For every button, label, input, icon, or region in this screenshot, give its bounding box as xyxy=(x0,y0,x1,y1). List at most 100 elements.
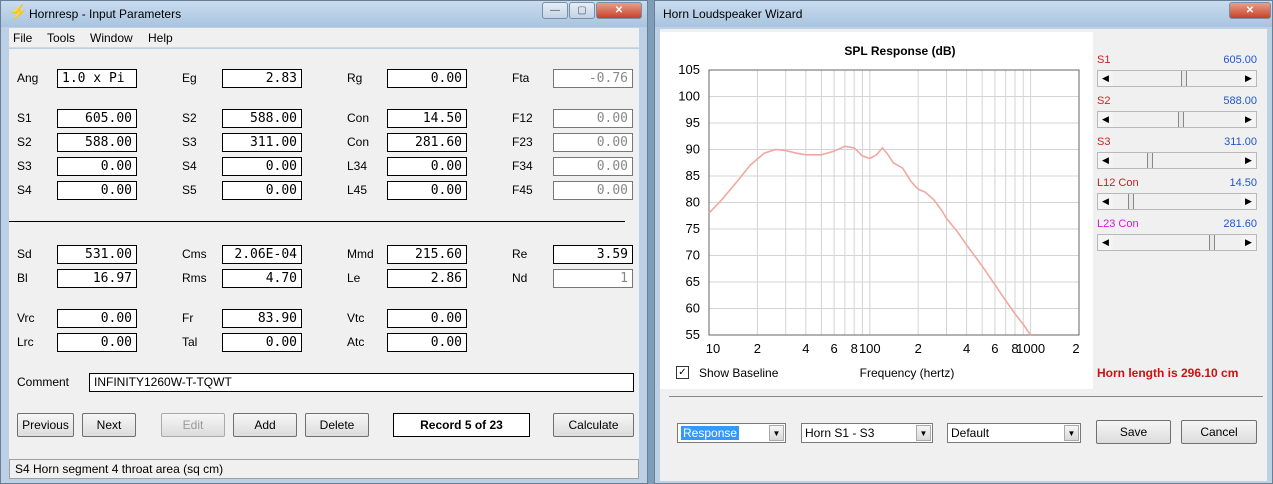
x-tick-label: 6 xyxy=(991,341,998,356)
param-field[interactable]: 281.60 xyxy=(387,133,467,152)
param-field[interactable]: 0.00 xyxy=(553,133,633,152)
slider-left-arrow-icon[interactable]: ◀ xyxy=(1098,112,1113,127)
param-field[interactable]: 0.00 xyxy=(387,333,467,352)
param-field[interactable]: 16.97 xyxy=(57,269,137,288)
add-button[interactable]: Add xyxy=(233,413,297,437)
param-field[interactable]: 215.60 xyxy=(387,245,467,264)
x-tick-label: 2 xyxy=(915,341,922,356)
close-button[interactable]: ✕ xyxy=(596,2,642,19)
slider-thumb[interactable] xyxy=(1147,153,1154,168)
right-window-title: Horn Loudspeaker Wizard xyxy=(663,7,803,21)
param-field[interactable]: 311.00 xyxy=(222,133,302,152)
previous-button[interactable]: Previous xyxy=(17,413,74,437)
chevron-down-icon[interactable]: ▼ xyxy=(916,425,931,441)
param-field[interactable]: 0.00 xyxy=(57,181,137,200)
param-field[interactable]: 2.86 xyxy=(387,269,467,288)
param-field[interactable]: 0.00 xyxy=(387,69,467,88)
slider-value: 281.60 xyxy=(1223,218,1257,230)
param-field[interactable]: 605.00 xyxy=(57,109,137,128)
param-field[interactable]: 3.59 xyxy=(553,245,633,264)
param-field[interactable]: 0.00 xyxy=(222,181,302,200)
parameter-slider[interactable]: ◀ ▶ xyxy=(1097,152,1257,169)
slider-left-arrow-icon[interactable]: ◀ xyxy=(1098,194,1113,209)
param-field[interactable]: 0.00 xyxy=(387,309,467,328)
save-button[interactable]: Save xyxy=(1096,420,1171,444)
param-label: S4 xyxy=(182,159,197,173)
slider-right-arrow-icon[interactable]: ▶ xyxy=(1241,194,1256,209)
slider-thumb[interactable] xyxy=(1208,235,1215,250)
y-tick-label: 85 xyxy=(686,168,700,183)
slider-left-arrow-icon[interactable]: ◀ xyxy=(1098,153,1113,168)
param-field[interactable]: 0.00 xyxy=(57,157,137,176)
mode-select[interactable]: Response ▼ xyxy=(677,423,786,443)
param-field[interactable]: 588.00 xyxy=(222,109,302,128)
slider-right-arrow-icon[interactable]: ▶ xyxy=(1241,71,1256,86)
x-tick-label: 8 xyxy=(851,341,858,356)
comment-field[interactable]: INFINITY1260W-T-TQWT xyxy=(89,373,634,392)
param-label: Fr xyxy=(182,311,194,325)
param-label: Fta xyxy=(512,71,530,85)
param-field[interactable]: 0.00 xyxy=(57,309,137,328)
param-field[interactable]: 1 xyxy=(553,269,633,288)
minimize-button[interactable]: — xyxy=(542,2,568,19)
param-field[interactable]: 588.00 xyxy=(57,133,137,152)
wizard-close-button[interactable]: ✕ xyxy=(1229,2,1271,19)
param-field[interactable]: 2.83 xyxy=(222,69,302,88)
param-field[interactable]: 0.00 xyxy=(57,333,137,352)
menu-file[interactable]: File xyxy=(13,31,32,45)
x-axis-label: Frequency (hertz) xyxy=(860,366,955,380)
slider-right-arrow-icon[interactable]: ▶ xyxy=(1241,112,1256,127)
menu-window[interactable]: Window xyxy=(90,31,133,45)
menu-help[interactable]: Help xyxy=(148,31,173,45)
maximize-button[interactable]: ▢ xyxy=(569,2,595,19)
param-field[interactable]: 0.00 xyxy=(387,181,467,200)
param-field[interactable]: 531.00 xyxy=(57,245,137,264)
param-field[interactable]: 0.00 xyxy=(553,157,633,176)
param-label: Sd xyxy=(17,247,32,261)
input-parameters-window: ⚡ Hornresp - Input Parameters — ▢ ✕ File… xyxy=(0,0,648,484)
y-tick-label: 80 xyxy=(686,195,700,210)
slider-right-arrow-icon[interactable]: ▶ xyxy=(1241,153,1256,168)
show-baseline-checkbox[interactable]: ✓ xyxy=(676,366,689,379)
calculate-button[interactable]: Calculate xyxy=(553,413,634,437)
chevron-down-icon[interactable]: ▼ xyxy=(1064,425,1079,441)
param-label: Cms xyxy=(182,247,207,261)
slider-left-arrow-icon[interactable]: ◀ xyxy=(1098,71,1113,86)
param-field[interactable]: 14.50 xyxy=(387,109,467,128)
comment-label: Comment xyxy=(17,375,70,389)
y-tick-label: 100 xyxy=(678,89,700,104)
param-field[interactable]: 0.00 xyxy=(387,157,467,176)
parameter-slider[interactable]: ◀ ▶ xyxy=(1097,234,1257,251)
parameters-panel: Ang 1.0 x Pi Eg 2.83 Rg 0.00 Fta -0.76 S1 605.00 S… xyxy=(9,49,639,459)
slider-right-arrow-icon[interactable]: ▶ xyxy=(1241,235,1256,250)
cancel-button[interactable]: Cancel xyxy=(1181,420,1257,444)
slider-thumb[interactable] xyxy=(1178,112,1185,127)
param-field[interactable]: 0.00 xyxy=(553,109,633,128)
param-field[interactable]: 1.0 x Pi xyxy=(57,69,137,88)
param-field[interactable]: 0.00 xyxy=(222,157,302,176)
param-field[interactable]: 2.06E-04 xyxy=(222,245,302,264)
param-label: Tal xyxy=(182,335,198,349)
param-label: Ang xyxy=(17,71,39,85)
chevron-down-icon[interactable]: ▼ xyxy=(769,425,784,441)
parameter-slider[interactable]: ◀ ▶ xyxy=(1097,70,1257,87)
param-field[interactable]: 0.00 xyxy=(222,333,302,352)
slider-thumb[interactable] xyxy=(1180,71,1187,86)
param-field[interactable]: 83.90 xyxy=(222,309,302,328)
param-label: S5 xyxy=(182,183,197,197)
next-button[interactable]: Next xyxy=(82,413,136,437)
slider-thumb[interactable] xyxy=(1127,194,1134,209)
param-field[interactable]: 0.00 xyxy=(553,181,633,200)
mode-select[interactable]: Default ▼ xyxy=(947,423,1081,443)
param-label: Eg xyxy=(182,71,197,85)
delete-button[interactable]: Delete xyxy=(305,413,369,437)
x-tick-label: 4 xyxy=(963,341,970,356)
slider-left-arrow-icon[interactable]: ◀ xyxy=(1098,235,1113,250)
menu-tools[interactable]: Tools xyxy=(47,31,75,45)
param-label: Con xyxy=(347,111,370,125)
parameter-slider[interactable]: ◀ ▶ xyxy=(1097,111,1257,128)
param-field[interactable]: -0.76 xyxy=(553,69,633,88)
param-field[interactable]: 4.70 xyxy=(222,269,302,288)
parameter-slider[interactable]: ◀ ▶ xyxy=(1097,193,1257,210)
mode-select[interactable]: Horn S1 - S3 ▼ xyxy=(801,423,933,443)
